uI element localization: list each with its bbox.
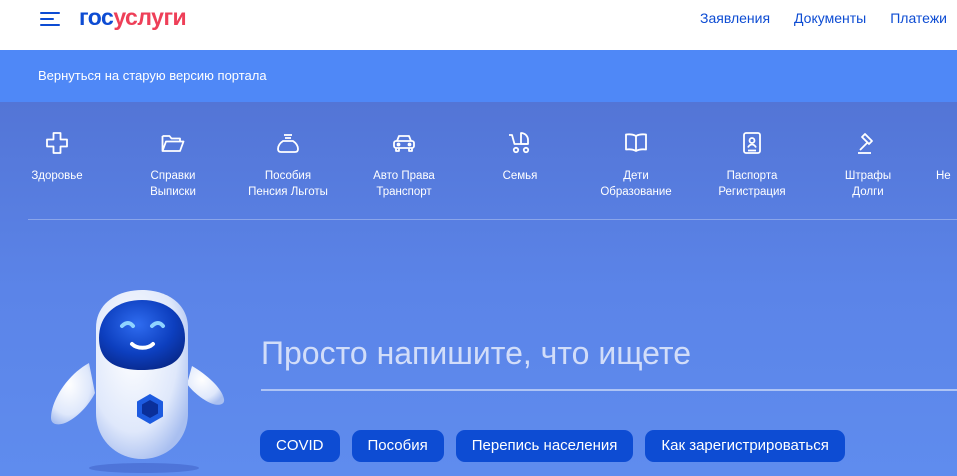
category-label: Авто Права Транспорт — [373, 170, 435, 198]
category-health[interactable]: Здоровье — [7, 130, 107, 184]
category-fines[interactable]: Штрафы Долги — [818, 130, 918, 200]
robot-assistant-icon[interactable] — [44, 288, 234, 476]
category-label: Здоровье — [31, 170, 83, 182]
chip-covid[interactable]: COVID — [260, 430, 340, 462]
hero-section: Здоровье Справки Выписки Пособия Пенсия … — [0, 102, 957, 476]
chip-how-to-register[interactable]: Как зарегистрироваться — [645, 430, 845, 462]
nav-link-documents[interactable]: Документы — [794, 9, 866, 27]
old-version-link[interactable]: Вернуться на старую версию портала — [38, 68, 267, 83]
menu-icon[interactable] — [40, 10, 62, 28]
category-bar: Здоровье Справки Выписки Пособия Пенсия … — [0, 102, 957, 220]
category-label: Пособия Пенсия Льготы — [248, 170, 328, 198]
nav-link-payments[interactable]: Платежи — [890, 9, 947, 27]
search-input[interactable] — [261, 330, 957, 376]
category-family[interactable]: Семья — [470, 130, 570, 184]
wallet-icon — [275, 130, 301, 156]
car-icon — [391, 130, 417, 156]
chip-census[interactable]: Перепись населения — [455, 430, 634, 462]
category-label: Справки Выписки — [150, 170, 196, 198]
gosuslugi-logo[interactable]: госуслуги — [79, 2, 187, 32]
category-certificates[interactable]: Справки Выписки — [123, 130, 223, 200]
search-field — [261, 330, 957, 394]
nav-link-applications[interactable]: Заявления — [700, 9, 770, 27]
more-icon — [906, 130, 932, 156]
old-version-banner: Вернуться на старую версию портала — [0, 50, 957, 102]
health-cross-icon — [44, 130, 70, 156]
book-icon — [623, 130, 649, 156]
category-children[interactable]: Дети Образование — [586, 130, 686, 200]
category-more[interactable]: Не — [906, 130, 957, 184]
category-transport[interactable]: Авто Права Транспорт — [354, 130, 454, 200]
folder-icon — [160, 130, 186, 156]
category-divider — [28, 219, 957, 220]
gavel-icon — [855, 130, 881, 156]
chip-benefits[interactable]: Пособия — [351, 430, 444, 462]
category-label: Штрафы Долги — [844, 170, 892, 198]
category-label: Не — [936, 170, 951, 182]
category-label: Дети Образование — [600, 170, 672, 198]
category-passports[interactable]: Паспорта Регистрация — [702, 130, 802, 200]
search-underline — [261, 389, 957, 391]
top-header: госуслуги Заявления Документы Платежи — [0, 0, 957, 50]
logo-text-part2: услуги — [113, 4, 187, 30]
category-label: Семья — [502, 170, 538, 182]
category-label: Паспорта Регистрация — [718, 170, 786, 198]
stroller-icon — [507, 130, 533, 156]
category-benefits[interactable]: Пособия Пенсия Льготы — [238, 130, 338, 200]
quick-chips: COVID Пособия Перепись населения Как зар… — [260, 430, 845, 462]
logo-text-part1: гос — [79, 4, 114, 30]
passport-icon — [739, 130, 765, 156]
top-nav: Заявления Документы Платежи — [700, 9, 947, 27]
